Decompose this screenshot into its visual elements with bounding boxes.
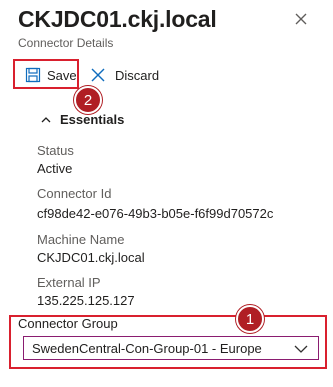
close-icon (292, 10, 310, 28)
panel-subtitle: Connector Details (18, 36, 114, 50)
chevron-down-icon (294, 342, 308, 354)
essentials-toggle[interactable]: Essentials (40, 110, 124, 128)
connector-id-label: Connector Id (37, 186, 112, 201)
connector-id-value: cf98de42-e076-49b3-b05e-f6f99d70572c (37, 206, 274, 221)
discard-icon (90, 67, 106, 83)
status-value: Active (37, 161, 73, 176)
discard-label: Discard (115, 67, 160, 83)
external-ip-label: External IP (37, 275, 101, 290)
machine-name-label: Machine Name (37, 232, 125, 247)
save-highlight-box (13, 59, 79, 89)
essentials-label: Essentials (60, 111, 125, 127)
close-button[interactable] (292, 10, 310, 28)
connector-group-label: Connector Group (18, 316, 118, 331)
external-ip-value: 135.225.125.127 (37, 293, 135, 308)
connector-group-selected-value: SwedenCentral-Con-Group-01 - Europe (32, 340, 262, 356)
chevron-up-icon (40, 113, 52, 125)
machine-name-value: CKJDC01.ckj.local (37, 250, 145, 265)
discard-button[interactable]: Discard (90, 61, 159, 89)
status-label: Status (37, 143, 74, 158)
connector-group-dropdown[interactable]: SwedenCentral-Con-Group-01 - Europe (23, 336, 319, 360)
panel-title: CKJDC01.ckj.local (18, 6, 217, 32)
callout-badge-1: 1 (236, 305, 264, 333)
